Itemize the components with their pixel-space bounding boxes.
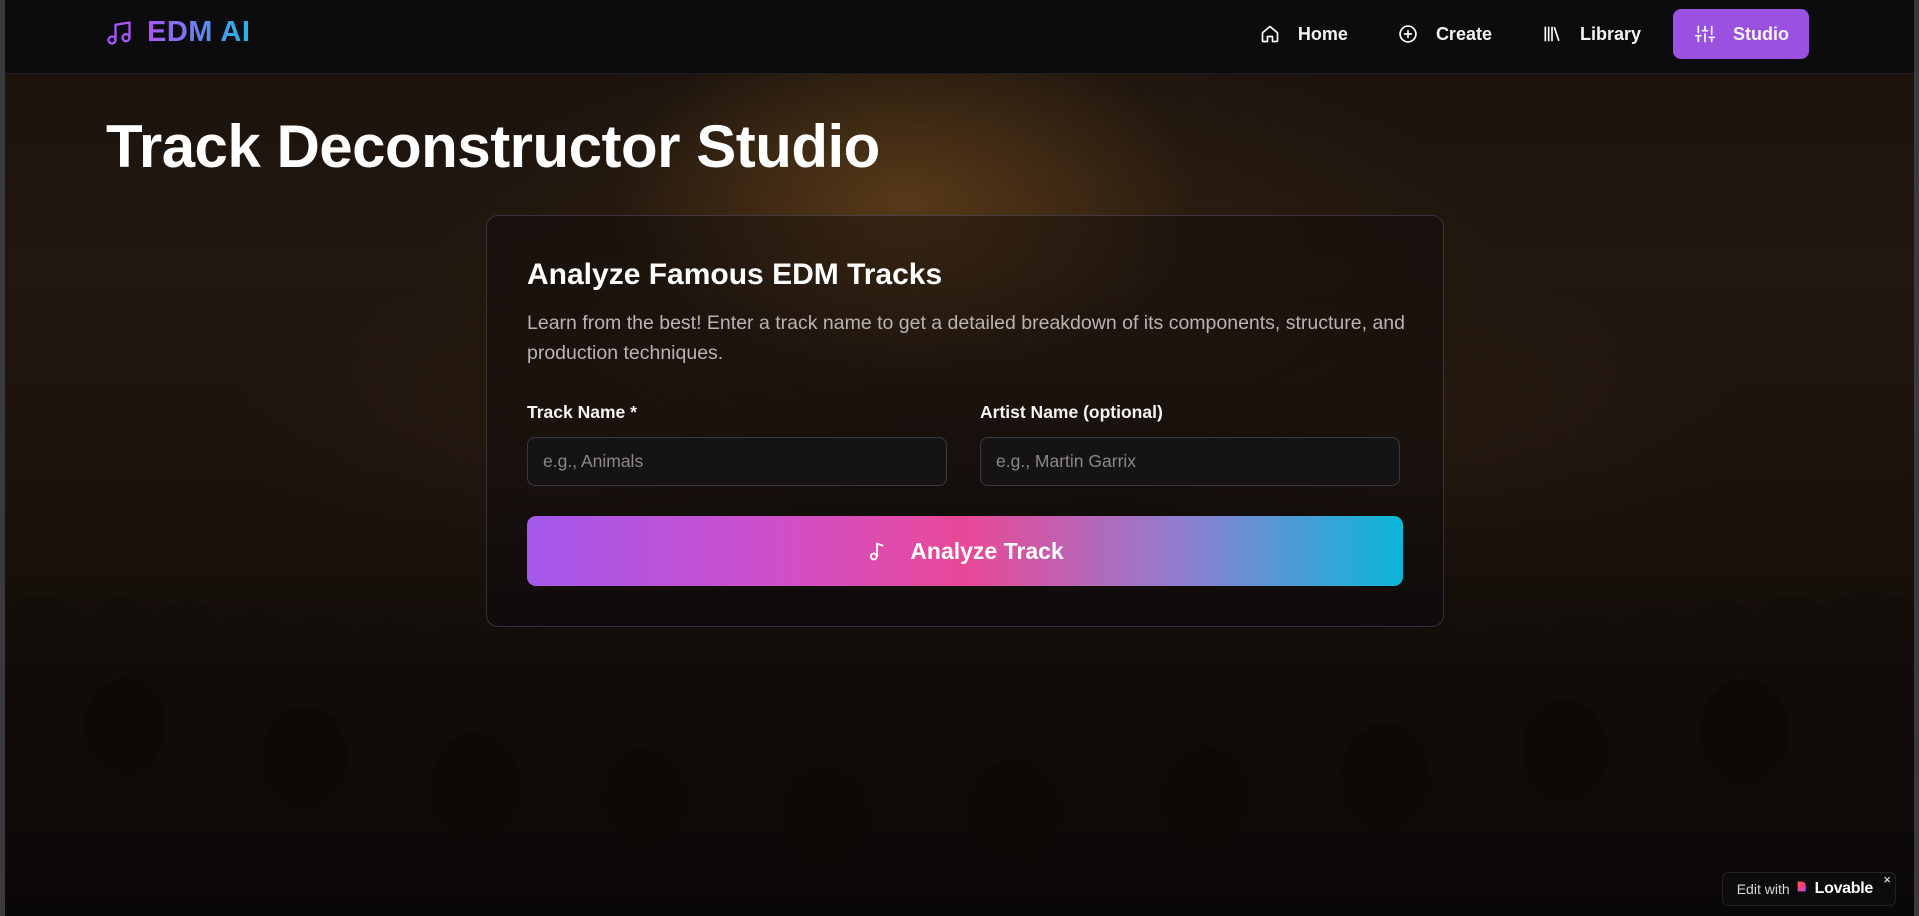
- artist-name-label: Artist Name (optional): [980, 402, 1163, 422]
- nav-links: Home Create Library Studio: [1242, 9, 1809, 59]
- music-note-icon: [866, 539, 888, 563]
- nav-item-studio[interactable]: Studio: [1673, 9, 1809, 59]
- analyze-track-label: Analyze Track: [910, 537, 1064, 564]
- analyzer-card: Analyze Famous EDM Tracks Learn from the…: [486, 215, 1444, 627]
- nav-item-label: Home: [1297, 23, 1348, 44]
- close-icon[interactable]: ×: [1883, 873, 1891, 887]
- sliders-icon: [1695, 24, 1715, 44]
- track-name-label: Track Name *: [527, 402, 637, 422]
- edit-with-lovable-badge[interactable]: Edit with Lovable ×: [1721, 872, 1896, 906]
- top-navbar: EDM AI Home Create Library Studio: [5, 0, 1914, 74]
- nav-item-create[interactable]: Create: [1380, 9, 1510, 59]
- artist-name-field: Artist Name (optional): [980, 402, 1400, 486]
- nav-item-library[interactable]: Library: [1524, 9, 1659, 59]
- page-title: Track Deconstructor Studio: [106, 113, 880, 180]
- nav-item-label: Create: [1435, 23, 1492, 44]
- card-title: Analyze Famous EDM Tracks: [527, 258, 943, 291]
- badge-prefix: Edit with: [1736, 881, 1790, 897]
- nav-item-label: Library: [1579, 23, 1641, 44]
- plus-circle-icon: [1398, 24, 1418, 44]
- artist-name-input[interactable]: [980, 437, 1400, 486]
- card-description: Learn from the best! Enter a track name …: [527, 312, 1405, 364]
- nav-item-label: Studio: [1733, 23, 1789, 44]
- home-icon: [1260, 24, 1280, 44]
- music-note-icon: [105, 19, 133, 47]
- track-name-field: Track Name *: [527, 402, 947, 486]
- brand-logo[interactable]: EDM AI: [105, 16, 250, 49]
- track-name-input[interactable]: [527, 437, 947, 486]
- badge-brand: Lovable: [1814, 880, 1874, 897]
- library-icon: [1542, 24, 1562, 44]
- brand-name: EDM AI: [147, 16, 251, 48]
- lovable-heart-icon: [1796, 880, 1809, 898]
- analyze-track-button[interactable]: Analyze Track: [527, 516, 1403, 586]
- nav-item-home[interactable]: Home: [1242, 9, 1366, 59]
- page: EDM AI Home Create Library Studio Track …: [0, 0, 1919, 916]
